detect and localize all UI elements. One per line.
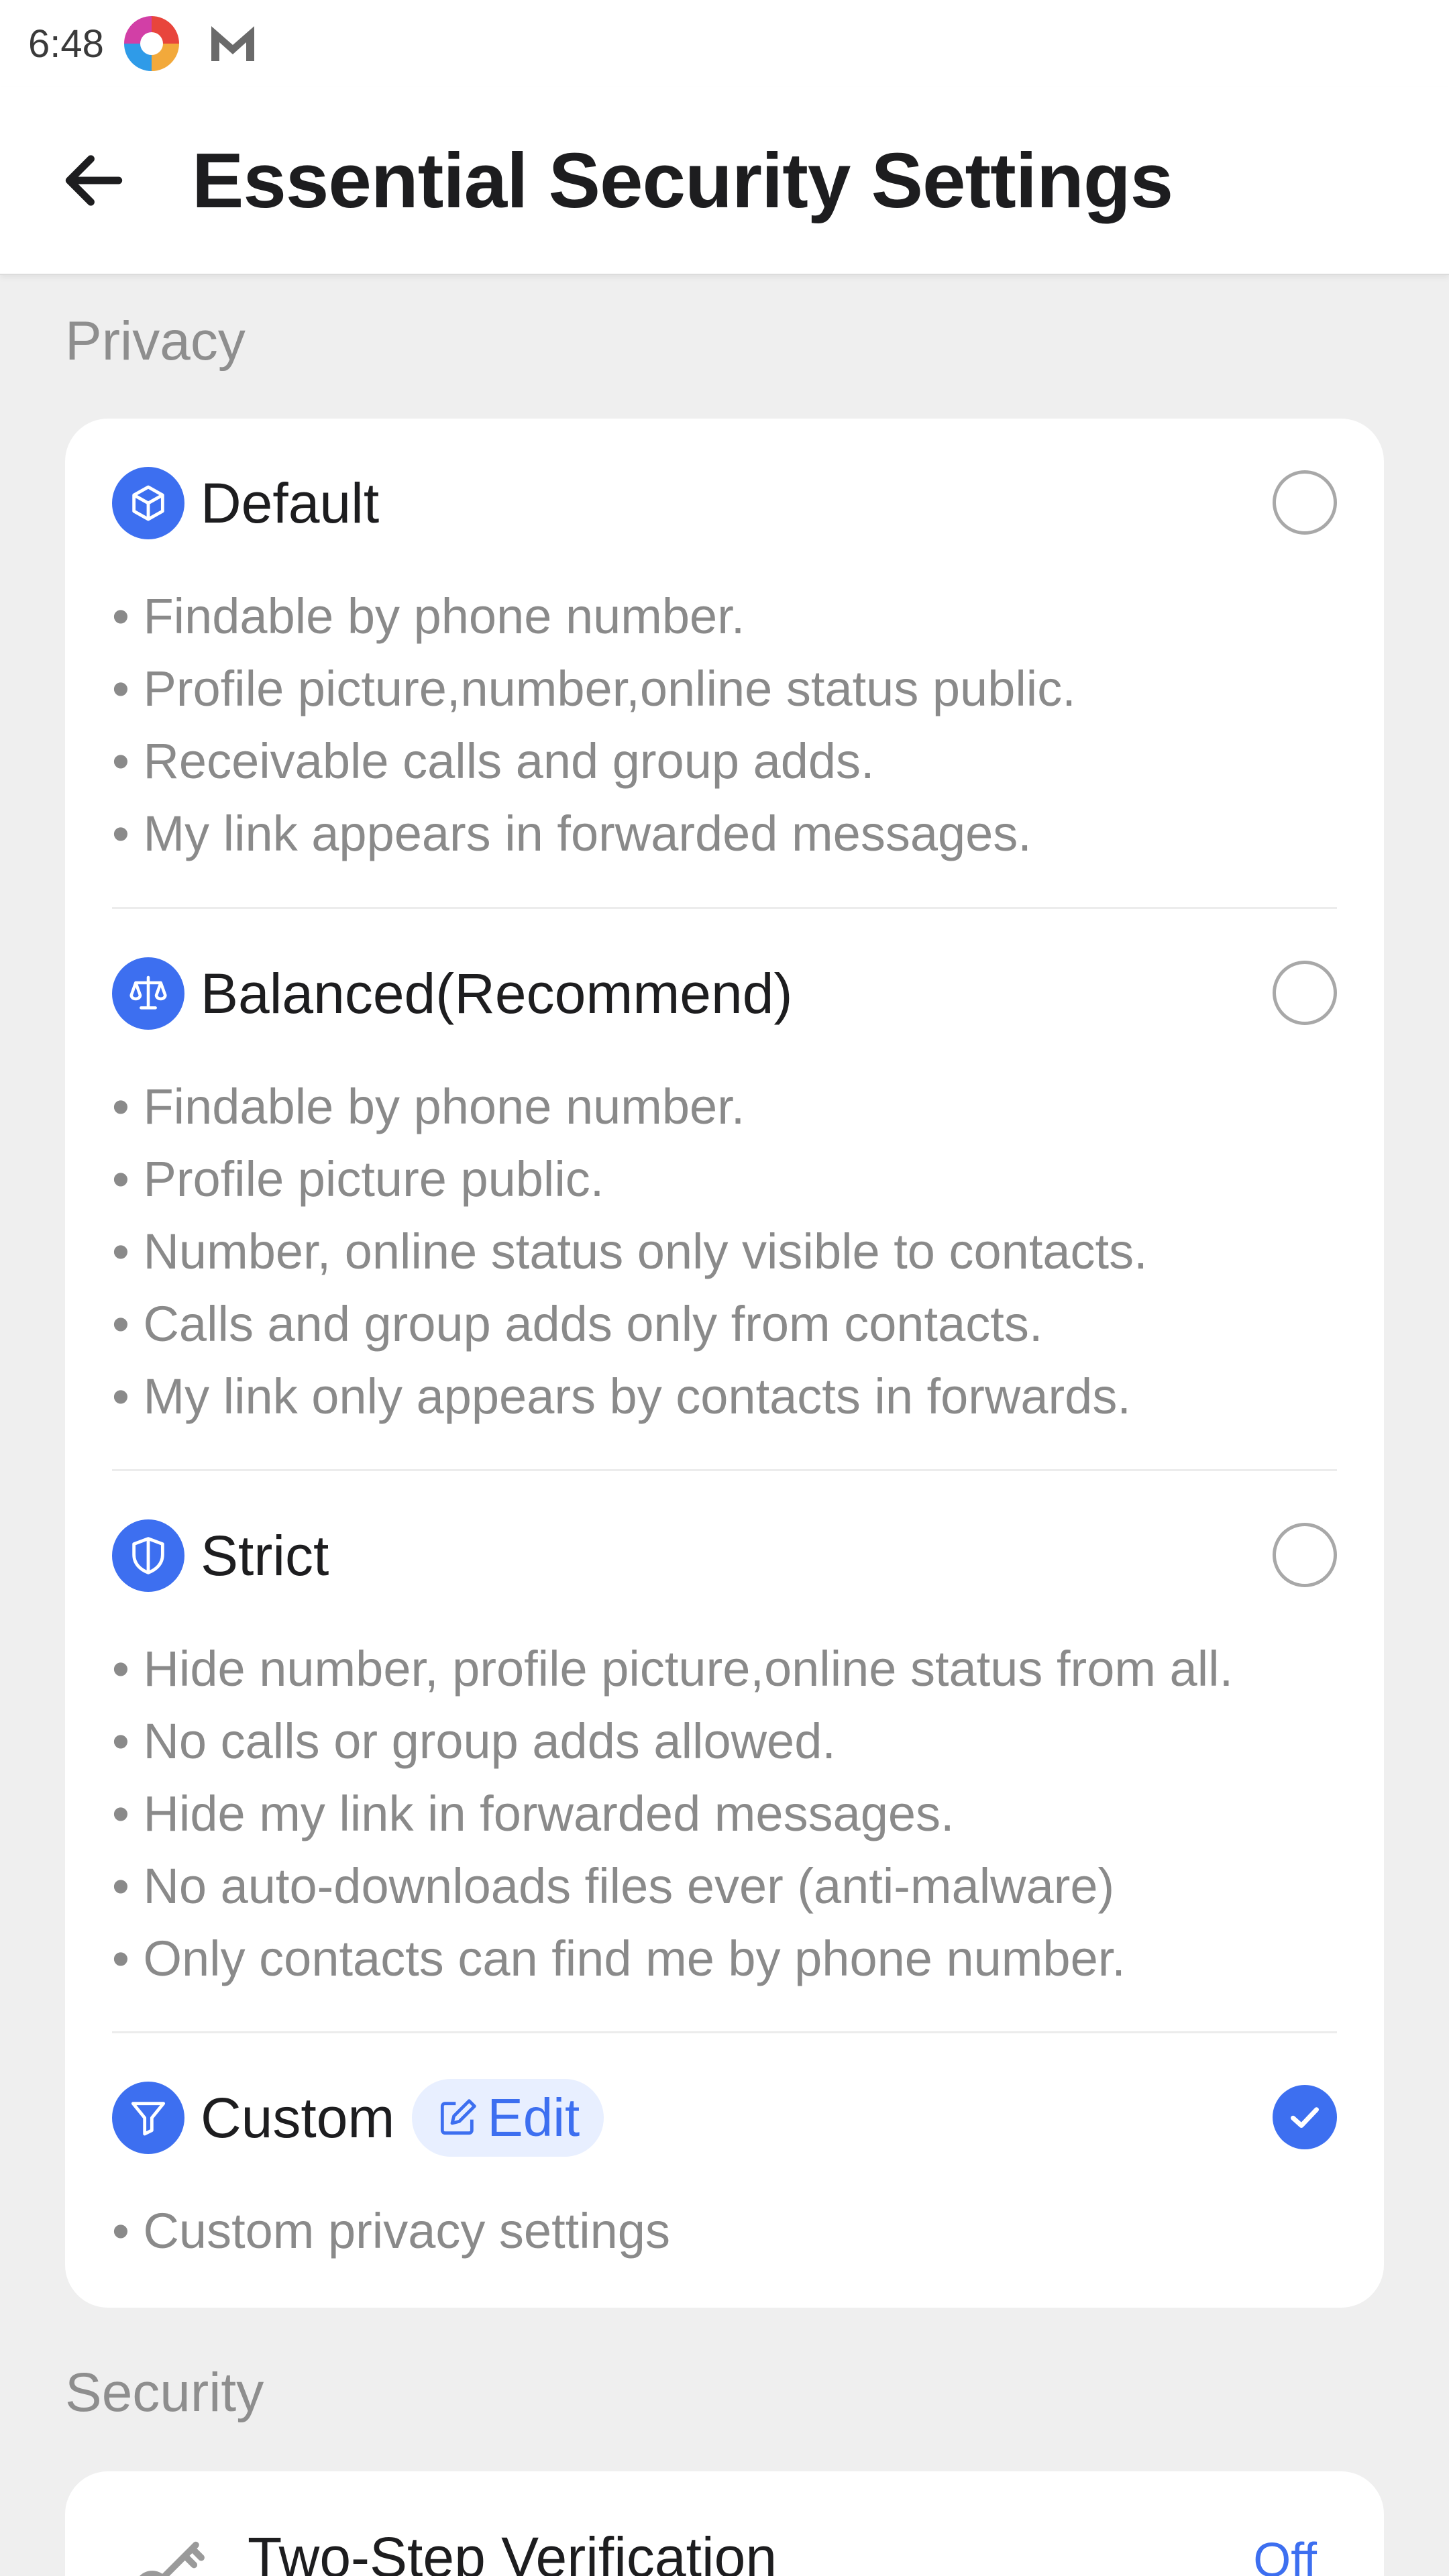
scale-icon (112, 957, 184, 1030)
status-time: 6:48 (28, 21, 104, 66)
radio-balanced[interactable] (1273, 961, 1337, 1025)
divider (112, 2031, 1337, 2033)
bullet-item: My link only appears by contacts in forw… (112, 1360, 1337, 1433)
privacy-section-label: Privacy (65, 311, 246, 372)
option-bullets: Findable by phone number. Profile pictur… (112, 1071, 1337, 1433)
bullet-item: Hide number, profile picture,online stat… (112, 1633, 1337, 1705)
bullet-item: Only contacts can find me by phone numbe… (112, 1923, 1337, 1995)
bullet-item: No auto-downloads files ever (anti-malwa… (112, 1850, 1337, 1923)
edit-custom-button[interactable]: Edit (412, 2079, 604, 2157)
bullet-item: Profile picture,number,online status pub… (112, 653, 1337, 725)
checkmark-icon (1291, 2107, 1319, 2128)
security-card: Two-Step Verification Off (65, 2471, 1384, 2576)
bullet-item: Hide my link in forwarded messages. (112, 1778, 1337, 1850)
bullet-item: Receivable calls and group adds. (112, 725, 1337, 798)
bullet-item: My link appears in forwarded messages. (112, 798, 1337, 870)
cube-icon (112, 467, 184, 539)
bullet-item: Profile picture public. (112, 1143, 1337, 1216)
two-step-verification-row[interactable]: Two-Step Verification Off (65, 2471, 1384, 2576)
security-section-label: Security (65, 2362, 264, 2423)
divider (112, 907, 1337, 909)
privacy-option-custom[interactable]: Custom Edit Custom privacy settings (112, 2079, 1337, 2282)
bullet-item: No calls or group adds allowed. (112, 1705, 1337, 1778)
option-bullets: Custom privacy settings (112, 2195, 1337, 2267)
privacy-option-default[interactable]: Default Findable by phone number. Profil… (112, 466, 1337, 889)
app-bar: Essential Security Settings (0, 87, 1449, 275)
option-title: Balanced(Recommend) (201, 961, 793, 1025)
option-bullets: Findable by phone number. Profile pictur… (112, 580, 1337, 870)
status-bar: 6:48 (0, 0, 1449, 87)
edit-icon (441, 2099, 477, 2135)
radio-default[interactable] (1273, 470, 1337, 535)
back-arrow-icon (65, 155, 123, 206)
privacy-card: Default Findable by phone number. Profil… (65, 419, 1384, 2308)
radio-custom[interactable] (1273, 2085, 1337, 2149)
filter-icon (112, 2082, 184, 2154)
divider (112, 1469, 1337, 1471)
edit-label: Edit (487, 2088, 580, 2147)
privacy-option-balanced[interactable]: Balanced(Recommend) Findable by phone nu… (112, 957, 1337, 1466)
bullet-item: Number, online status only visible to co… (112, 1216, 1337, 1288)
radio-strict[interactable] (1273, 1523, 1337, 1587)
two-step-verification-status: Off (1253, 2534, 1317, 2576)
bullet-item: Custom privacy settings (112, 2195, 1337, 2267)
bullet-item: Calls and group adds only from contacts. (112, 1288, 1337, 1360)
privacy-option-strict[interactable]: Strict Hide number, profile picture,onli… (112, 1519, 1337, 2029)
option-title: Strict (201, 1523, 329, 1587)
app-notification-icon (123, 16, 179, 71)
two-step-verification-title: Two-Step Verification (248, 2526, 777, 2576)
page-title: Essential Security Settings (192, 137, 1173, 224)
mail-notification-icon (211, 26, 254, 61)
shield-icon (112, 1519, 184, 1592)
key-icon (140, 2541, 205, 2576)
option-bullets: Hide number, profile picture,online stat… (112, 1633, 1337, 1995)
bullet-item: Findable by phone number. (112, 1071, 1337, 1143)
option-title: Custom (201, 2086, 395, 2149)
option-title: Default (201, 471, 380, 535)
back-button[interactable] (34, 120, 154, 241)
bullet-item: Findable by phone number. (112, 580, 1337, 653)
